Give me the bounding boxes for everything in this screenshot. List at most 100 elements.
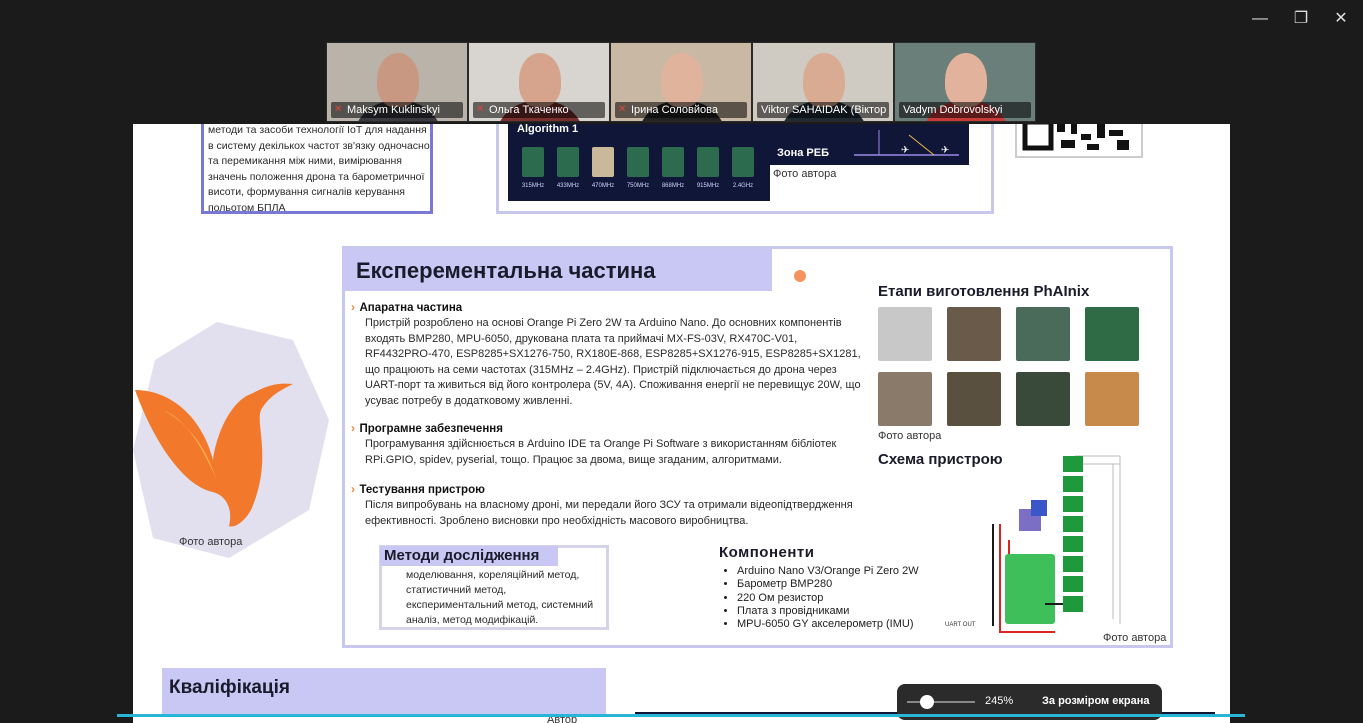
module-board [592,147,614,177]
qr-code-icon [1022,124,1129,151]
stages-title: Етапи виготовлення PhAInix [878,283,1090,300]
chevron-right-icon: › [351,421,355,435]
minimize-button[interactable]: — [1242,8,1278,30]
phoenix-logo: Фото автора [133,320,329,560]
component-item: Arduino Nano V3/Orange Pi Zero 2W [737,565,977,578]
restore-button[interactable]: ❐ [1283,8,1319,30]
photo-credit: Фото автора [179,536,243,548]
stage-photo[interactable] [1085,372,1139,426]
section-title-bar: Експерементальна частина [342,249,772,291]
participant-face [661,53,703,107]
experimental-section-frame: Експерементальна частина › Апаратна част… [342,246,1173,648]
uart-out-label: UART OUT [945,622,976,628]
module-board [522,147,544,177]
frequency-module: 915MHz [693,143,723,195]
frequency-label: 750MHz [626,183,650,189]
orange-dot [794,270,806,282]
frequency-module: 868MHz [658,143,688,195]
stage-photo[interactable] [878,372,932,426]
stage-photo[interactable] [947,307,1001,361]
module-board [557,147,579,177]
hardware-title: Апаратна частина [359,302,463,314]
participant-name: ✕ Maksym Kuklinskyi [331,102,463,118]
zoom-slider-handle[interactable] [920,695,935,709]
zoom-slider-track[interactable] [907,701,975,703]
frequency-label: 433MHz [556,183,580,189]
component-item: 220 Ом резистор [737,592,977,605]
chevron-right-icon: › [351,300,355,314]
frequency-module: 315MHz [518,143,548,195]
stage-photo[interactable] [1016,307,1070,361]
frequency-module: 750MHz [623,143,653,195]
testing-text: Після випробувань на власному дроні, ми … [365,499,853,527]
stage-photo[interactable] [1016,372,1070,426]
frequency-label: 868MHz [661,183,685,189]
qualification-title-bar: Кваліфікація [162,668,606,716]
components-title: Компоненти [719,544,815,561]
algorithm-1-panel: Algorithm 1 315MHz 433MHz 470MHz 750MHz 868M… [508,124,770,201]
component-item: Барометр BMP280 [737,578,977,591]
participant-tile[interactable]: Viktor SAHAIDAK (Віктор ... [752,42,894,122]
screen-share-border [117,714,1245,717]
zoom-level: 245% [985,695,1014,707]
module-board [697,147,719,177]
shared-slide: методи та засоби технології IoT для нада… [117,124,1230,723]
testing-block: › Тестування пристрою Після випробувань … [351,480,861,529]
iot-methods-text: методи та засоби технології IoT для нада… [208,124,430,214]
close-button[interactable]: ✕ [1323,8,1359,30]
participant-tile[interactable]: ✕ Maksym Kuklinskyi [326,42,468,122]
methods-text: моделювання, кореляційний метод, статист… [406,569,594,626]
mic-muted-icon: ✕ [476,104,485,115]
component-item: Плата з провідниками [737,605,977,618]
reb-zone-label: Зона РЕБ [777,147,830,159]
section-title: Експерементальна частина [356,258,656,283]
software-block: › Програмне забезпечення Програмування з… [351,419,861,468]
hardware-block: › Апаратна частина Пристрій розроблено н… [351,298,861,409]
chevron-right-icon: › [351,482,355,496]
participant-face [945,53,987,107]
phoenix-logo-icon [133,322,329,558]
stage-photo[interactable] [947,372,1001,426]
slide-left-margin [117,124,133,723]
photo-credit: Фото автора [1103,632,1167,644]
participant-tile[interactable]: ✕ Ірина Соловйова [610,42,752,122]
stage-photo[interactable] [878,307,932,361]
frequency-label: 2.4GHz [732,183,754,189]
component-item: MPU-6050 GY акселерометр (IMU) [737,618,977,631]
module-board [732,147,754,177]
iot-methods-box: методи та засоби технології IoT для нада… [201,124,433,214]
participant-face [519,53,561,107]
frequency-label: 470MHz [591,183,615,189]
methods-box: Методи дослідження моделювання, кореляці… [379,545,609,630]
photo-credit: Фото автора [773,168,837,180]
hardware-text: Пристрій розроблено на основі Orange Pi … [365,317,861,407]
mic-muted-icon: ✕ [618,104,627,115]
module-board [662,147,684,177]
qr-code[interactable] [1015,124,1143,158]
algorithm-label: Algorithm 1 [517,124,579,135]
software-title: Програмне забезпечення [359,423,503,435]
drone-signal-diagram: ✈ ✈ [854,130,959,156]
participant-face [377,53,419,107]
frequency-module: 433MHz [553,143,583,195]
svg-text:✈: ✈ [901,145,909,156]
participant-name: Viktor SAHAIDAK (Віктор ... [757,102,889,118]
participant-name: Vadym Dobrovolskyi [899,102,1031,118]
algorithm-frame: Algorithm 1 315MHz 433MHz 470MHz 750MHz 868M… [496,124,994,214]
wiring-schematic: UART OUT [945,455,1121,633]
frequency-modules-row: 315MHz 433MHz 470MHz 750MHz 868MHz 915MHz 2.4G… [518,143,763,195]
fit-to-screen-button[interactable]: За розміром екрана [1042,695,1149,707]
frequency-module: 470MHz [588,143,618,195]
participant-face [803,53,845,107]
reb-zone-panel: Зона РЕБ ✈ ✈ [769,124,969,165]
qualification-title: Кваліфікація [169,677,290,698]
stages-photo-grid [878,307,1148,431]
participant-name: ✕ Ірина Соловйова [615,102,747,118]
stage-photo[interactable] [1085,307,1139,361]
participant-tile[interactable]: ✕ Ольга Ткаченко [468,42,610,122]
participant-name: ✕ Ольга Ткаченко [473,102,605,118]
mic-muted-icon: ✕ [334,104,343,115]
participant-strip: ✕ Maksym Kuklinskyi ✕ Ольга Ткаченко ✕ Ірин… [326,42,1037,122]
participant-tile[interactable]: Vadym Dobrovolskyi [894,42,1036,122]
components-list: Arduino Nano V3/Orange Pi Zero 2WБаромет… [719,565,977,631]
